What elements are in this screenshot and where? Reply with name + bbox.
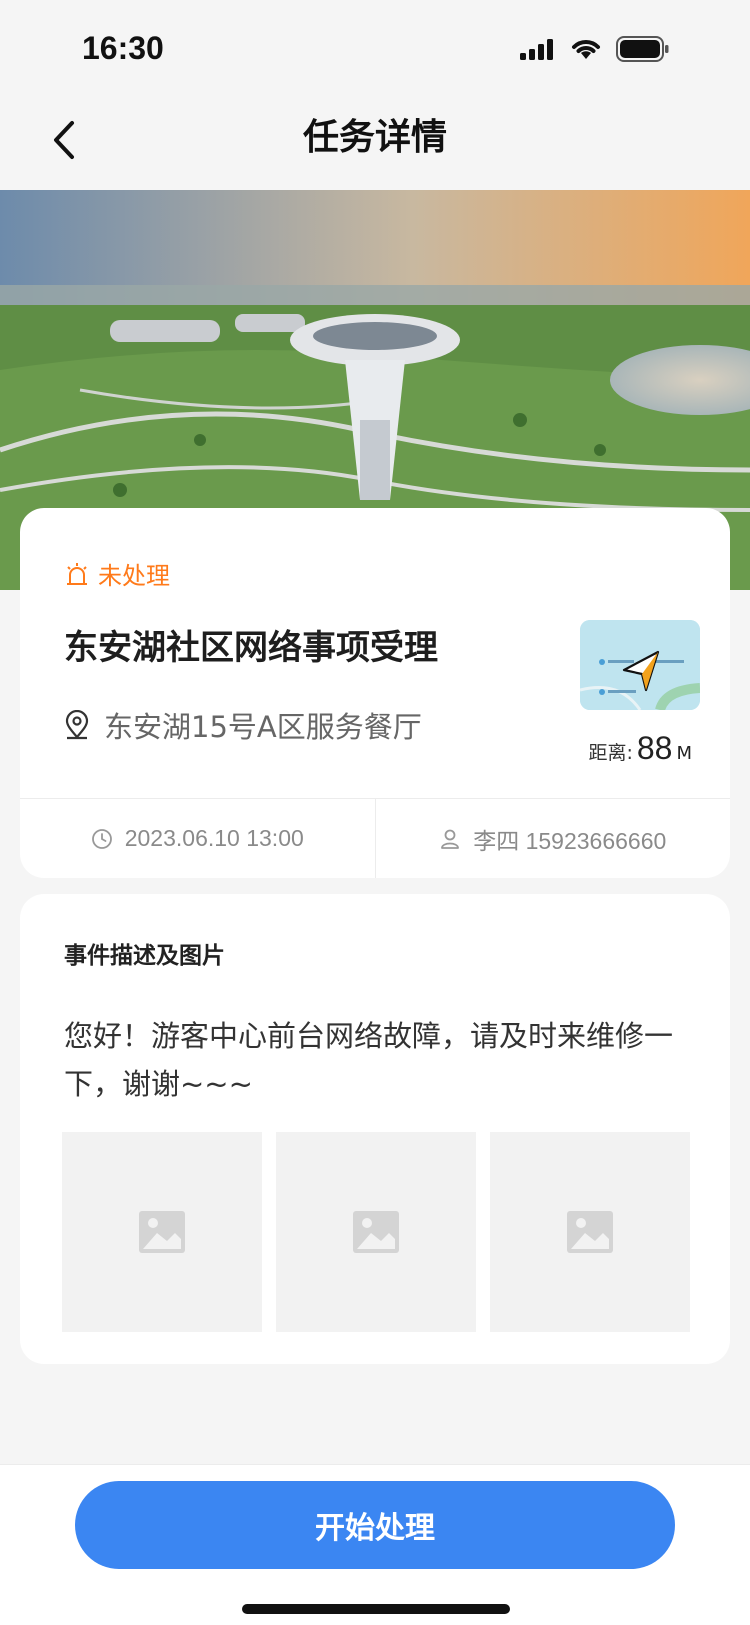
status-icons	[520, 36, 670, 66]
distance-label: 距离:	[588, 742, 633, 764]
user-icon	[441, 829, 460, 849]
image-placeholder-icon	[353, 1211, 399, 1253]
address-text: 东安湖15号A区服务餐厅	[104, 710, 422, 744]
status-badge: 未处理	[64, 556, 170, 591]
status-bar: 16:30	[0, 0, 750, 96]
image-placeholder-icon	[139, 1211, 185, 1253]
start-processing-button[interactable]: 开始处理	[75, 1481, 675, 1569]
task-meta-row: 2023.06.10 13:00 李四 15923666660	[20, 799, 730, 878]
description-text: 您好！游客中心前台网络故障，请及时来维修一下，谢谢~~~	[64, 1019, 674, 1101]
page-title: 任务详情	[302, 117, 447, 158]
task-title: 东安湖社区网络事项受理	[64, 628, 438, 668]
image-thumbnail[interactable]	[62, 1132, 262, 1332]
signal-icon	[520, 38, 556, 64]
datetime-text: 2023.06.10 13:00	[124, 825, 304, 851]
task-info-card: 未处理 东安湖社区网络事项受理 东安湖15号A区服务餐厅 距离: 88 M 20…	[20, 508, 730, 878]
contact-text: 李四 15923666660	[473, 827, 667, 854]
battery-icon	[616, 36, 670, 66]
image-thumbnail[interactable]	[490, 1132, 690, 1332]
wifi-icon	[570, 37, 602, 65]
distance-readout: 距离: 88 M	[588, 730, 692, 767]
clock-icon	[91, 828, 112, 849]
distance-value: 88	[636, 730, 673, 766]
bottom-action-bar: 开始处理	[0, 1464, 750, 1625]
status-text: 未处理	[98, 562, 170, 590]
task-contact[interactable]: 李四 15923666660	[376, 799, 731, 878]
description-card: 事件描述及图片 您好！游客中心前台网络故障，请及时来维修一下，谢谢~~~	[20, 894, 730, 1364]
image-placeholder-icon	[567, 1211, 613, 1253]
map-thumbnail[interactable]	[580, 620, 700, 710]
image-thumbnail[interactable]	[276, 1132, 476, 1332]
alarm-icon	[67, 562, 87, 585]
nav-bar: 任务详情	[0, 96, 750, 190]
description-title: 事件描述及图片	[64, 943, 225, 969]
status-time: 16:30	[82, 30, 164, 66]
image-grid	[62, 1132, 690, 1332]
home-indicator	[242, 1604, 510, 1614]
address-row: 东安湖15号A区服务餐厅	[64, 704, 422, 746]
task-datetime: 2023.06.10 13:00	[20, 799, 375, 878]
location-pin-icon	[65, 710, 89, 740]
distance-unit: M	[676, 743, 692, 764]
